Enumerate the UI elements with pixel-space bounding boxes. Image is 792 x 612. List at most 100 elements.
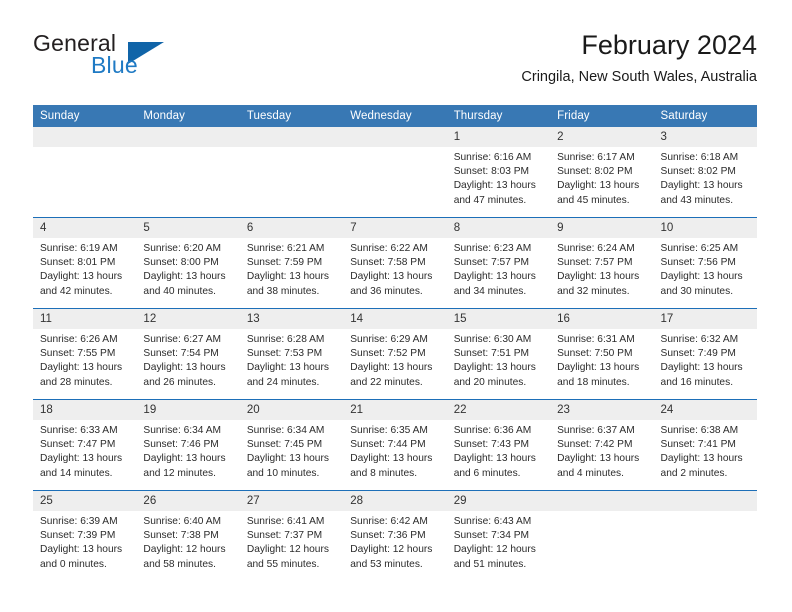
day-number: 15 xyxy=(446,309,551,329)
sunrise-text: Sunrise: 6:40 AM xyxy=(143,516,222,527)
daylight-text-line1: Daylight: 13 hours xyxy=(660,362,743,374)
calendar-day-cell[interactable]: 20 Sunrise: 6:34 AM Sunset: 7:45 PM Dayl… xyxy=(239,399,344,491)
sunrise-text: Sunrise: 6:19 AM xyxy=(40,243,118,254)
day-number xyxy=(550,491,654,511)
sunset-text: Sunset: 7:43 PM xyxy=(453,439,530,451)
sunset-text: Sunset: 7:57 PM xyxy=(453,257,530,269)
calendar-day-cell[interactable]: 1 Sunrise: 6:16 AM Sunset: 8:03 PM Dayli… xyxy=(446,127,551,218)
brand-logo[interactable]: General Blue xyxy=(33,30,253,86)
calendar-day-cell[interactable]: 3 Sunrise: 6:18 AM Sunset: 8:02 PM Dayli… xyxy=(653,127,757,218)
calendar-day-cell[interactable]: 11 Sunrise: 6:26 AM Sunset: 7:55 PM Dayl… xyxy=(33,308,137,400)
calendar-day-cell[interactable]: 5 Sunrise: 6:20 AM Sunset: 8:00 PM Dayli… xyxy=(136,217,240,309)
calendar-day-cell[interactable]: 22 Sunrise: 6:36 AM Sunset: 7:43 PM Dayl… xyxy=(446,399,551,491)
daylight-text-line1: Daylight: 12 hours xyxy=(453,544,536,556)
calendar-day-cell[interactable]: 10 Sunrise: 6:25 AM Sunset: 7:56 PM Dayl… xyxy=(653,217,757,309)
daylight-text-line2: and 36 minutes. xyxy=(350,285,423,297)
calendar-day-cell[interactable]: 17 Sunrise: 6:32 AM Sunset: 7:49 PM Dayl… xyxy=(653,308,757,400)
calendar-day-cell[interactable]: 27 Sunrise: 6:41 AM Sunset: 7:37 PM Dayl… xyxy=(239,490,344,581)
daylight-text-line1: Daylight: 13 hours xyxy=(40,362,123,374)
calendar-day-cell xyxy=(653,490,757,581)
daylight-text-line2: and 51 minutes. xyxy=(453,558,527,570)
daylight-text-line2: and 14 minutes. xyxy=(40,467,113,479)
calendar-day-cell[interactable]: 2 Sunrise: 6:17 AM Sunset: 8:02 PM Dayli… xyxy=(550,127,654,218)
sunrise-text: Sunrise: 6:27 AM xyxy=(143,334,222,345)
weekday-header-tuesday: Tuesday xyxy=(239,105,344,127)
calendar-day-cell[interactable]: 18 Sunrise: 6:33 AM Sunset: 7:47 PM Dayl… xyxy=(33,399,137,491)
sunrise-text: Sunrise: 6:16 AM xyxy=(453,152,532,163)
sunrise-text: Sunrise: 6:29 AM xyxy=(350,334,428,345)
day-details: Sunrise: 6:19 AM Sunset: 8:01 PM Dayligh… xyxy=(33,238,136,299)
day-details: Sunrise: 6:18 AM Sunset: 8:02 PM Dayligh… xyxy=(654,147,757,208)
daylight-text-line2: and 34 minutes. xyxy=(453,285,527,297)
calendar-day-cell[interactable]: 26 Sunrise: 6:40 AM Sunset: 7:38 PM Dayl… xyxy=(136,490,240,581)
daylight-text-line2: and 30 minutes. xyxy=(660,285,734,297)
day-details: Sunrise: 6:43 AM Sunset: 7:34 PM Dayligh… xyxy=(447,511,550,572)
daylight-text-line2: and 45 minutes. xyxy=(557,194,630,206)
sunset-text: Sunset: 7:50 PM xyxy=(557,348,633,360)
daylight-text-line2: and 42 minutes. xyxy=(40,285,113,297)
sunset-text: Sunset: 7:42 PM xyxy=(557,439,633,451)
sunrise-text: Sunrise: 6:25 AM xyxy=(660,243,739,254)
calendar-day-cell[interactable]: 23 Sunrise: 6:37 AM Sunset: 7:42 PM Dayl… xyxy=(550,399,654,491)
calendar-day-cell[interactable]: 29 Sunrise: 6:43 AM Sunset: 7:34 PM Dayl… xyxy=(446,490,551,581)
calendar-day-cell[interactable]: 21 Sunrise: 6:35 AM Sunset: 7:44 PM Dayl… xyxy=(343,399,447,491)
daylight-text-line1: Daylight: 13 hours xyxy=(557,180,640,192)
weekday-header-sunday: Sunday xyxy=(33,105,137,127)
calendar-day-cell[interactable]: 7 Sunrise: 6:22 AM Sunset: 7:58 PM Dayli… xyxy=(343,217,447,309)
calendar-day-cell[interactable]: 9 Sunrise: 6:24 AM Sunset: 7:57 PM Dayli… xyxy=(550,217,654,309)
day-number: 19 xyxy=(136,400,240,420)
daylight-text-line2: and 26 minutes. xyxy=(143,376,216,388)
sunrise-text: Sunrise: 6:39 AM xyxy=(40,516,118,527)
daylight-text-line1: Daylight: 13 hours xyxy=(40,544,123,556)
daylight-text-line1: Daylight: 13 hours xyxy=(660,180,743,192)
daylight-text-line2: and 12 minutes. xyxy=(143,467,216,479)
sunset-text: Sunset: 7:41 PM xyxy=(660,439,736,451)
calendar-day-cell[interactable]: 16 Sunrise: 6:31 AM Sunset: 7:50 PM Dayl… xyxy=(550,308,654,400)
calendar-body: 1 Sunrise: 6:16 AM Sunset: 8:03 PM Dayli… xyxy=(33,127,757,581)
day-number: 6 xyxy=(239,218,344,238)
calendar-day-cell xyxy=(239,127,344,218)
weekday-header-monday: Monday xyxy=(136,105,240,127)
calendar-week-row: 4 Sunrise: 6:19 AM Sunset: 8:01 PM Dayli… xyxy=(33,217,757,309)
calendar-day-cell[interactable]: 4 Sunrise: 6:19 AM Sunset: 8:01 PM Dayli… xyxy=(33,217,137,309)
calendar-day-cell[interactable]: 6 Sunrise: 6:21 AM Sunset: 7:59 PM Dayli… xyxy=(239,217,344,309)
day-number: 5 xyxy=(136,218,240,238)
calendar-day-cell[interactable]: 24 Sunrise: 6:38 AM Sunset: 7:41 PM Dayl… xyxy=(653,399,757,491)
sunset-text: Sunset: 7:54 PM xyxy=(143,348,219,360)
calendar-day-cell[interactable]: 14 Sunrise: 6:29 AM Sunset: 7:52 PM Dayl… xyxy=(343,308,447,400)
sunset-text: Sunset: 7:47 PM xyxy=(40,439,116,451)
day-number xyxy=(136,127,240,147)
calendar-day-cell[interactable]: 19 Sunrise: 6:34 AM Sunset: 7:46 PM Dayl… xyxy=(136,399,240,491)
calendar-day-cell[interactable]: 13 Sunrise: 6:28 AM Sunset: 7:53 PM Dayl… xyxy=(239,308,344,400)
sunrise-text: Sunrise: 6:41 AM xyxy=(246,516,325,527)
daylight-text-line1: Daylight: 13 hours xyxy=(246,453,329,465)
calendar-table: Sunday Monday Tuesday Wednesday Thursday… xyxy=(33,105,757,581)
calendar-day-cell[interactable]: 28 Sunrise: 6:42 AM Sunset: 7:36 PM Dayl… xyxy=(343,490,447,581)
day-number: 28 xyxy=(343,491,447,511)
daylight-text-line1: Daylight: 13 hours xyxy=(143,362,226,374)
daylight-text-line1: Daylight: 13 hours xyxy=(557,453,640,465)
daylight-text-line2: and 32 minutes. xyxy=(557,285,630,297)
calendar-day-cell[interactable]: 12 Sunrise: 6:27 AM Sunset: 7:54 PM Dayl… xyxy=(136,308,240,400)
day-details: Sunrise: 6:34 AM Sunset: 7:45 PM Dayligh… xyxy=(240,420,343,481)
daylight-text-line1: Daylight: 13 hours xyxy=(660,453,743,465)
calendar-day-cell[interactable]: 25 Sunrise: 6:39 AM Sunset: 7:39 PM Dayl… xyxy=(33,490,137,581)
sunset-text: Sunset: 8:00 PM xyxy=(143,257,219,269)
calendar-day-cell[interactable]: 15 Sunrise: 6:30 AM Sunset: 7:51 PM Dayl… xyxy=(446,308,551,400)
page-title: February 2024 xyxy=(581,30,757,60)
day-details: Sunrise: 6:36 AM Sunset: 7:43 PM Dayligh… xyxy=(447,420,550,481)
day-number: 21 xyxy=(343,400,447,420)
sunrise-text: Sunrise: 6:30 AM xyxy=(453,334,532,345)
daylight-text-line1: Daylight: 13 hours xyxy=(453,453,536,465)
day-number: 24 xyxy=(653,400,757,420)
day-number: 17 xyxy=(653,309,757,329)
sunrise-text: Sunrise: 6:28 AM xyxy=(246,334,325,345)
sunset-text: Sunset: 8:03 PM xyxy=(453,166,530,178)
daylight-text-line1: Daylight: 13 hours xyxy=(350,362,433,374)
calendar-day-cell[interactable]: 8 Sunrise: 6:23 AM Sunset: 7:57 PM Dayli… xyxy=(446,217,551,309)
day-details: Sunrise: 6:40 AM Sunset: 7:38 PM Dayligh… xyxy=(136,511,239,572)
sunset-text: Sunset: 7:39 PM xyxy=(40,530,116,542)
sunrise-text: Sunrise: 6:22 AM xyxy=(350,243,428,254)
daylight-text-line2: and 47 minutes. xyxy=(453,194,527,206)
sunrise-text: Sunrise: 6:32 AM xyxy=(660,334,739,345)
